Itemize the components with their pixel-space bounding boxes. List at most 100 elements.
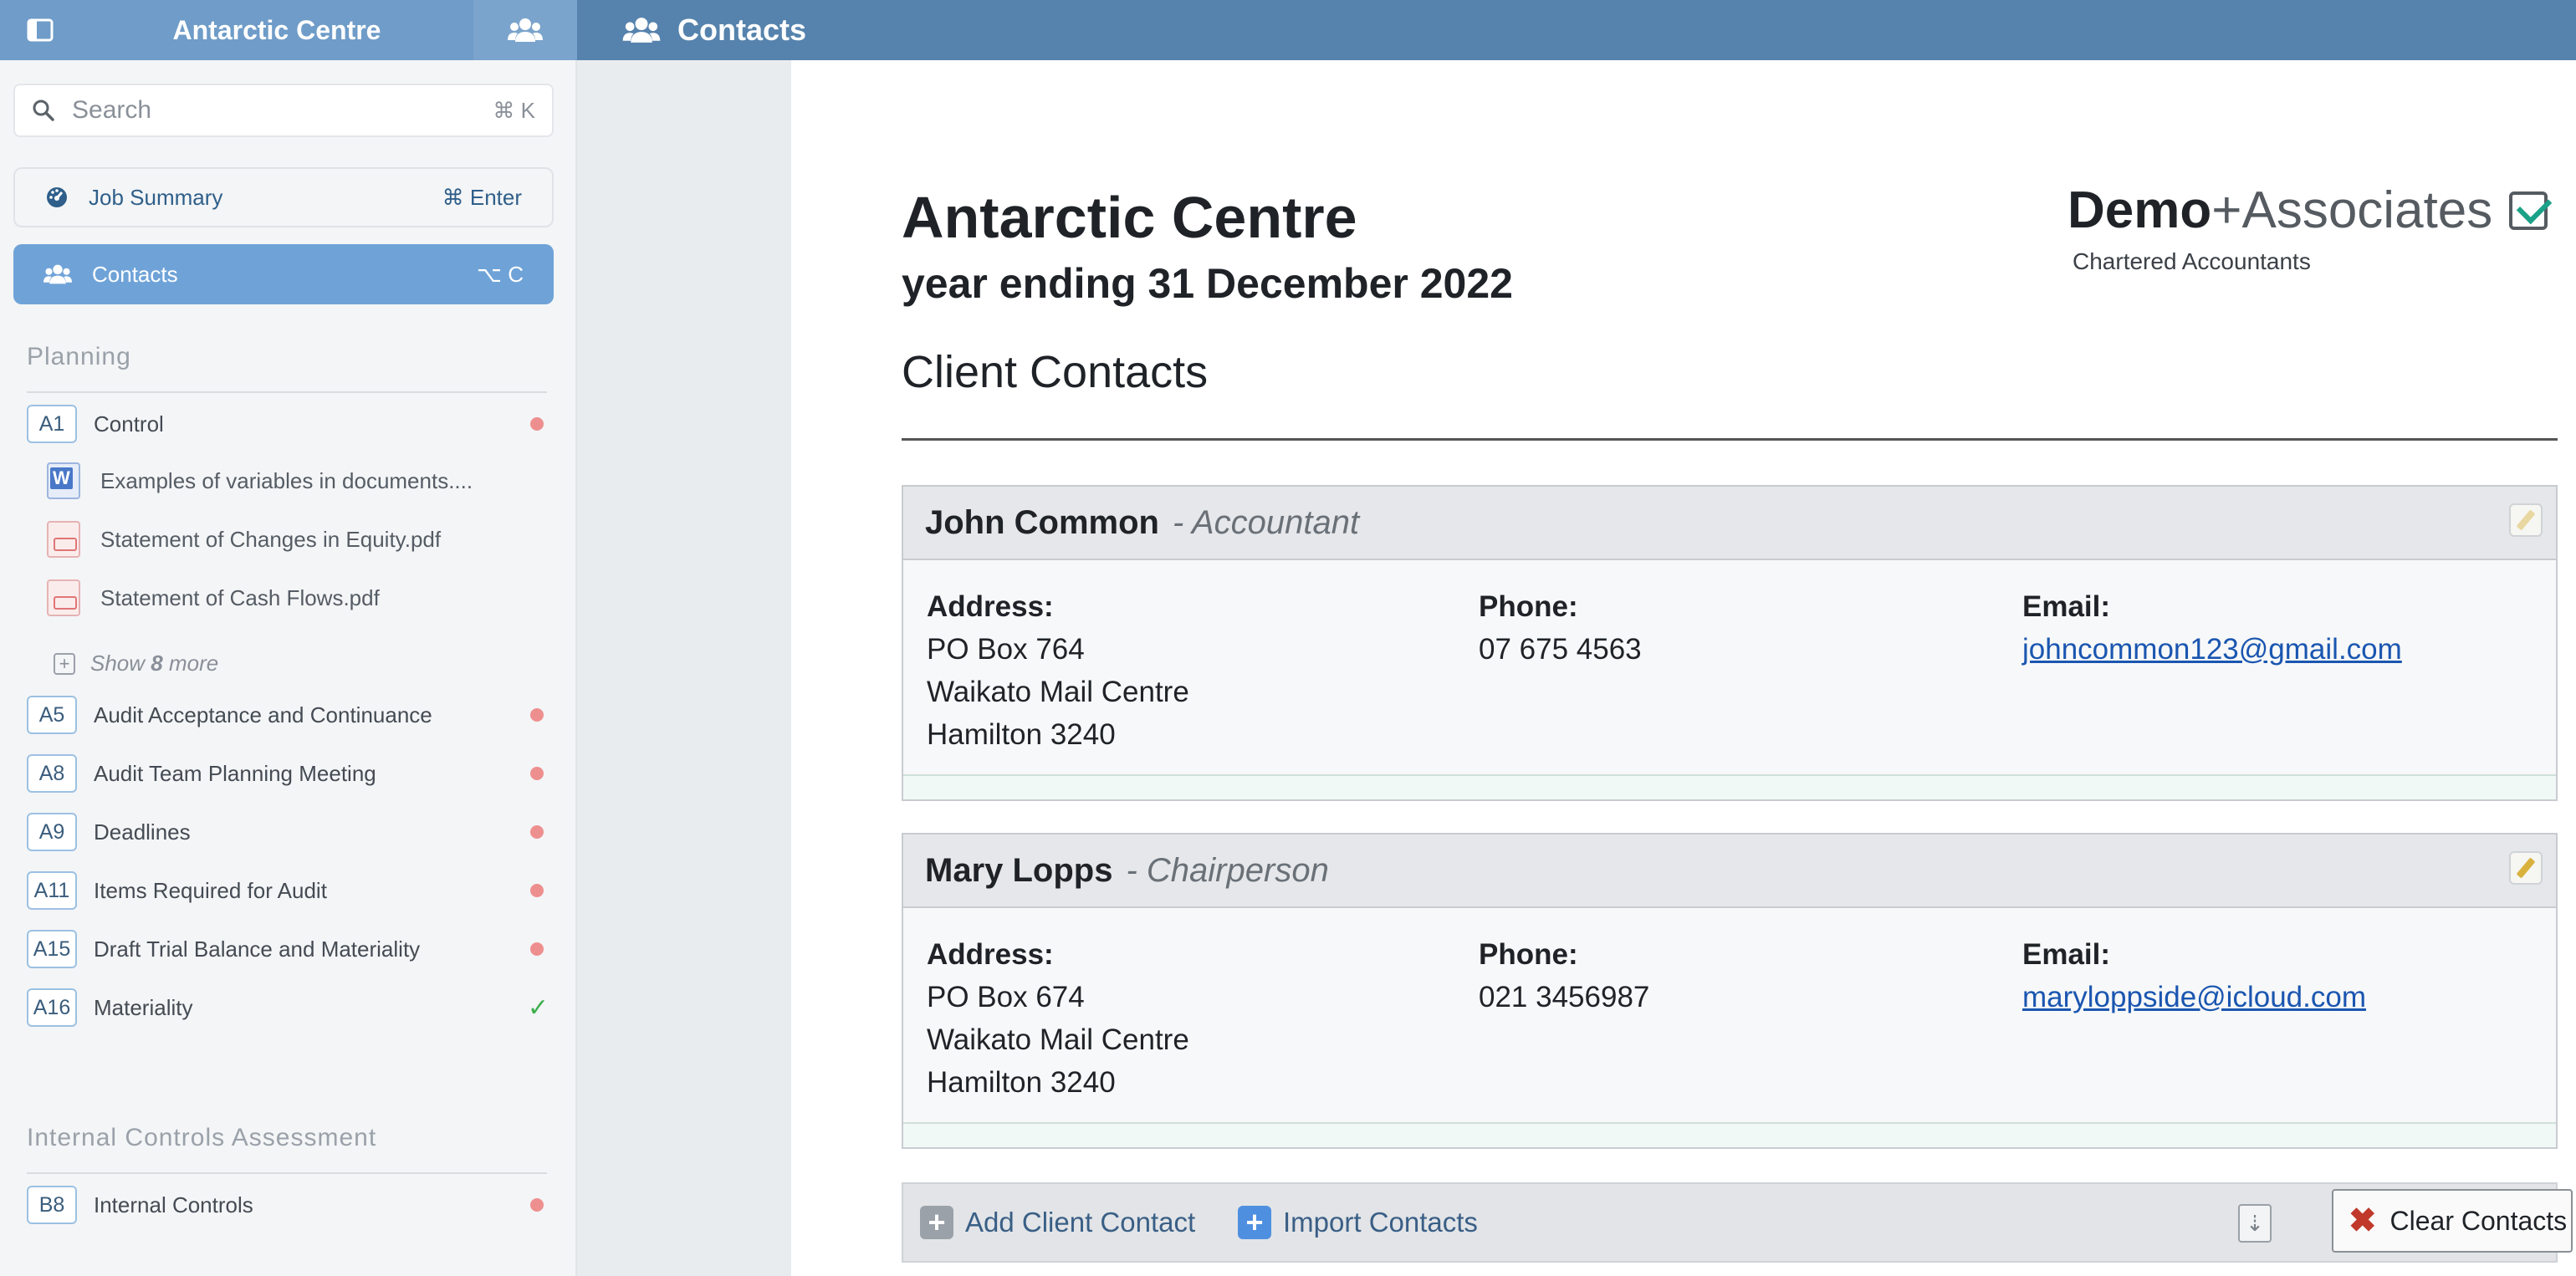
item-name: Audit Acceptance and Continuance <box>94 702 432 727</box>
item-code: A15 <box>27 930 77 968</box>
add-client-contact-label: Add Client Contact <box>965 1207 1196 1238</box>
search-input[interactable]: Search ⌘ K <box>13 84 554 137</box>
nav-contacts-label: Contacts <box>92 261 178 287</box>
item-name: Draft Trial Balance and Materiality <box>94 936 421 962</box>
status-incomplete-dot <box>530 1198 544 1212</box>
sidebar-item-a9[interactable]: A9 Deadlines <box>27 811 554 853</box>
plus-icon: + <box>1238 1205 1271 1239</box>
sidebar-toggle-button[interactable] <box>0 0 80 60</box>
heading-rule <box>902 438 2558 441</box>
contact-email: Email: maryloppside@icloud.com <box>2022 933 2366 1018</box>
nav-job-summary[interactable]: Job Summary ⌘ Enter <box>13 167 554 227</box>
contact-name: Mary Lopps <box>925 851 1113 889</box>
nav-contacts-shortcut: ⌥ C <box>477 261 524 287</box>
show-more-prefix: Show <box>90 651 146 676</box>
contact-address: Address: PO Box 764 Waikato Mail Centre … <box>927 585 1189 756</box>
sidebar-item-b8[interactable]: B8 Internal Controls <box>27 1184 554 1226</box>
users-icon <box>622 18 661 43</box>
item-name: Internal Controls <box>94 1192 253 1217</box>
sidebar-item-a11[interactable]: A11 Items Required for Audit <box>27 870 554 911</box>
contact-email: Email: johncommon123@gmail.com <box>2022 585 2402 671</box>
show-more-link[interactable]: + Show 8 more <box>54 651 218 676</box>
file-item-examples[interactable]: Examples of variables in documents.... <box>47 460 549 502</box>
email-link[interactable]: maryloppside@icloud.com <box>2022 981 2366 1013</box>
edit-contact-button[interactable] <box>2509 851 2543 885</box>
address-label: Address: <box>927 590 1054 623</box>
nav-contacts[interactable]: Contacts ⌥ C <box>13 244 554 304</box>
section-divider <box>27 1172 547 1174</box>
clear-contacts-label: Clear Contacts <box>2389 1205 2568 1236</box>
item-code: A8 <box>27 754 77 793</box>
contact-card-header: John Common - Accountant <box>903 487 2556 560</box>
word-file-icon <box>47 462 80 499</box>
file-item-cash-flows[interactable]: Statement of Cash Flows.pdf <box>47 577 549 619</box>
item-name: Deadlines <box>94 819 191 845</box>
add-client-contact-button[interactable]: + Add Client Contact <box>920 1202 1195 1243</box>
contact-card: Mary Lopps - Chairperson Address: PO Box… <box>902 833 2558 1149</box>
expand-plus-icon: + <box>54 652 75 675</box>
logo-check-icon <box>2509 191 2548 230</box>
address-line: Hamilton 3240 <box>927 1066 1116 1099</box>
contact-phone: Phone: 07 675 4563 <box>1479 585 1642 671</box>
address-line: Waikato Mail Centre <box>927 1023 1189 1056</box>
download-icon: ⇣ <box>2246 1210 2264 1236</box>
search-icon <box>33 100 54 121</box>
download-button[interactable]: ⇣ <box>2238 1204 2272 1243</box>
address-line: Hamilton 3240 <box>927 718 1116 751</box>
document-page: Antarctic Centre year ending 31 December… <box>791 60 2576 1276</box>
phone-value: 07 675 4563 <box>1479 633 1642 666</box>
import-contacts-label: Import Contacts <box>1283 1207 1478 1238</box>
section-heading-planning: Planning <box>27 343 131 370</box>
page-title: Contacts <box>622 0 806 60</box>
item-code: A5 <box>27 696 77 734</box>
contact-card-header: Mary Lopps - Chairperson <box>903 835 2556 908</box>
sidebar-toggle-icon <box>27 18 54 42</box>
file-name: Statement of Changes in Equity.pdf <box>100 526 442 552</box>
contacts-action-bar: + Add Client Contact + Import Contacts ⇣… <box>902 1182 2573 1263</box>
sidebar-item-a15[interactable]: A15 Draft Trial Balance and Materiality <box>27 928 554 970</box>
contact-address: Address: PO Box 674 Waikato Mail Centre … <box>927 933 1189 1104</box>
item-code: A9 <box>27 813 77 851</box>
address-line: PO Box 674 <box>927 981 1085 1013</box>
edit-contact-button[interactable] <box>2509 503 2543 537</box>
contact-role: - Accountant <box>1172 503 1360 541</box>
address-label: Address: <box>927 938 1054 971</box>
status-incomplete-dot <box>530 708 544 722</box>
contact-role: - Chairperson <box>1126 851 1329 889</box>
email-link[interactable]: johncommon123@gmail.com <box>2022 633 2402 666</box>
plus-icon: + <box>920 1205 953 1239</box>
search-placeholder: Search <box>72 96 152 124</box>
sidebar-item-a1[interactable]: A1 Control <box>27 403 554 445</box>
contact-card: John Common - Accountant Address: PO Box… <box>902 485 2558 801</box>
item-code: A11 <box>27 871 77 910</box>
sidebar-item-a5[interactable]: A5 Audit Acceptance and Continuance <box>27 694 554 736</box>
section-heading-internal-controls: Internal Controls Assessment <box>27 1124 377 1151</box>
file-name: Statement of Cash Flows.pdf <box>100 584 380 610</box>
item-name: Audit Team Planning Meeting <box>94 760 376 786</box>
show-more-suffix: more <box>168 651 219 676</box>
users-icon <box>43 264 72 284</box>
item-code: A16 <box>27 988 77 1027</box>
item-name: Materiality <box>94 994 193 1020</box>
close-icon: ✖ <box>2349 1202 2377 1239</box>
file-item-changes-in-equity[interactable]: Statement of Changes in Equity.pdf <box>47 518 549 560</box>
app-title: Antarctic Centre <box>80 0 473 60</box>
status-incomplete-dot <box>530 942 544 956</box>
logo-tagline: Chartered Accountants <box>2073 248 2311 274</box>
section-heading: Client Contacts <box>902 347 1209 397</box>
item-code: B8 <box>27 1186 77 1224</box>
phone-value: 021 3456987 <box>1479 981 1650 1013</box>
dashboard-icon <box>47 187 67 207</box>
phone-label: Phone: <box>1479 590 1578 623</box>
sidebar-item-a16[interactable]: A16 Materiality ✓ <box>27 987 554 1028</box>
file-name: Examples of variables in documents.... <box>100 467 473 493</box>
phone-label: Phone: <box>1479 938 1578 971</box>
email-label: Email: <box>2022 938 2111 971</box>
sidebar-item-a8[interactable]: A8 Audit Team Planning Meeting <box>27 753 554 794</box>
users-button[interactable] <box>473 0 577 60</box>
show-more-count: 8 <box>151 651 163 676</box>
import-contacts-button[interactable]: + Import Contacts <box>1238 1202 1478 1243</box>
logo-brand-rest: +Associates <box>2211 181 2493 239</box>
contact-name: John Common <box>925 503 1159 541</box>
clear-contacts-button[interactable]: ✖ Clear Contacts <box>2332 1189 2573 1253</box>
